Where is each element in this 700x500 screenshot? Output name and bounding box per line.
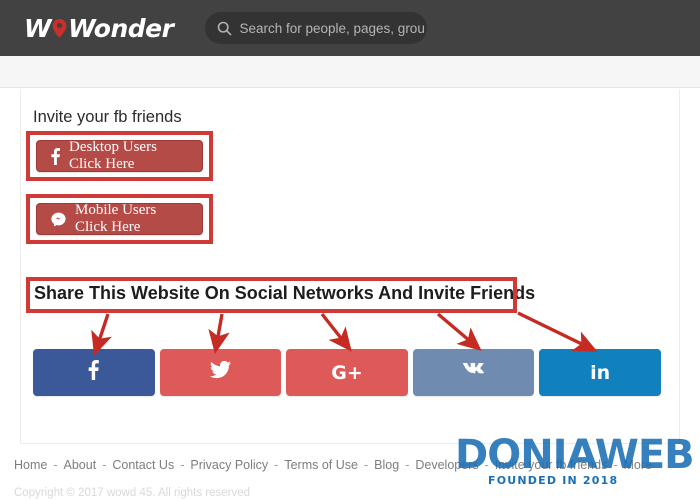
- footer-separator: -: [274, 458, 279, 472]
- footer-link-privacy-policy[interactable]: Privacy Policy: [190, 458, 268, 472]
- watermark-subtitle: FOUNDED IN 2018: [488, 474, 619, 487]
- vk-icon: [461, 361, 486, 383]
- footer-link-home[interactable]: Home: [14, 458, 47, 472]
- footer-separator: -: [405, 458, 410, 472]
- facebook-f-icon: [88, 360, 100, 385]
- invite-section-title: Invite your fb friends: [33, 108, 182, 126]
- footer-link-blog[interactable]: Blog: [374, 458, 399, 472]
- secondary-bar: [0, 56, 700, 88]
- top-navigation-bar: W Wonder: [0, 0, 700, 56]
- share-button-google-plus[interactable]: G+: [286, 349, 408, 396]
- share-button-vk[interactable]: [412, 349, 535, 396]
- footer-link-terms-of-use[interactable]: Terms of Use: [284, 458, 358, 472]
- footer-link-about[interactable]: About: [64, 458, 97, 472]
- footer-link-invite-your-fb-friends[interactable]: Invite your fb friends: [495, 458, 608, 472]
- logo-text-prefix: W: [24, 13, 52, 43]
- footer-separator: -: [53, 458, 58, 472]
- footer-separator: -: [102, 458, 107, 472]
- mobile-button-highlight: [26, 194, 213, 244]
- footer-link-more[interactable]: More: [624, 458, 652, 472]
- twitter-bird-icon: [209, 360, 231, 384]
- footer-separator: -: [363, 458, 369, 472]
- site-logo[interactable]: W Wonder: [24, 13, 174, 43]
- footer-link-contact-us[interactable]: Contact Us: [112, 458, 174, 472]
- footer-link-developers[interactable]: Developers: [415, 458, 478, 472]
- location-pin-icon: [52, 18, 67, 38]
- logo-text-suffix: Wonder: [68, 13, 174, 43]
- desktop-button-highlight: [26, 131, 213, 181]
- app-screenshot: W Wonder Invite your fb friends: [0, 0, 700, 500]
- footer-separator: -: [484, 458, 489, 472]
- share-button-facebook[interactable]: [33, 349, 155, 396]
- share-button-twitter[interactable]: [159, 349, 282, 396]
- search-input[interactable]: [239, 20, 425, 36]
- share-button-linkedin[interactable]: in: [539, 349, 661, 396]
- google-plus-icon: G+: [331, 361, 363, 384]
- search-icon: [217, 21, 233, 36]
- search-box[interactable]: [205, 12, 428, 44]
- footer-links[interactable]: Home - About - Contact Us - Privacy Policy - Ter…: [14, 458, 652, 472]
- linkedin-in-icon: in: [590, 361, 611, 384]
- footer-separator: -: [613, 458, 618, 472]
- copyright-text: Copyright © 2017 wowd 45. All rights res…: [14, 487, 251, 499]
- social-share-buttons: G+ in: [33, 349, 661, 396]
- footer-separator: -: [180, 458, 185, 472]
- share-title-highlight: [26, 277, 517, 313]
